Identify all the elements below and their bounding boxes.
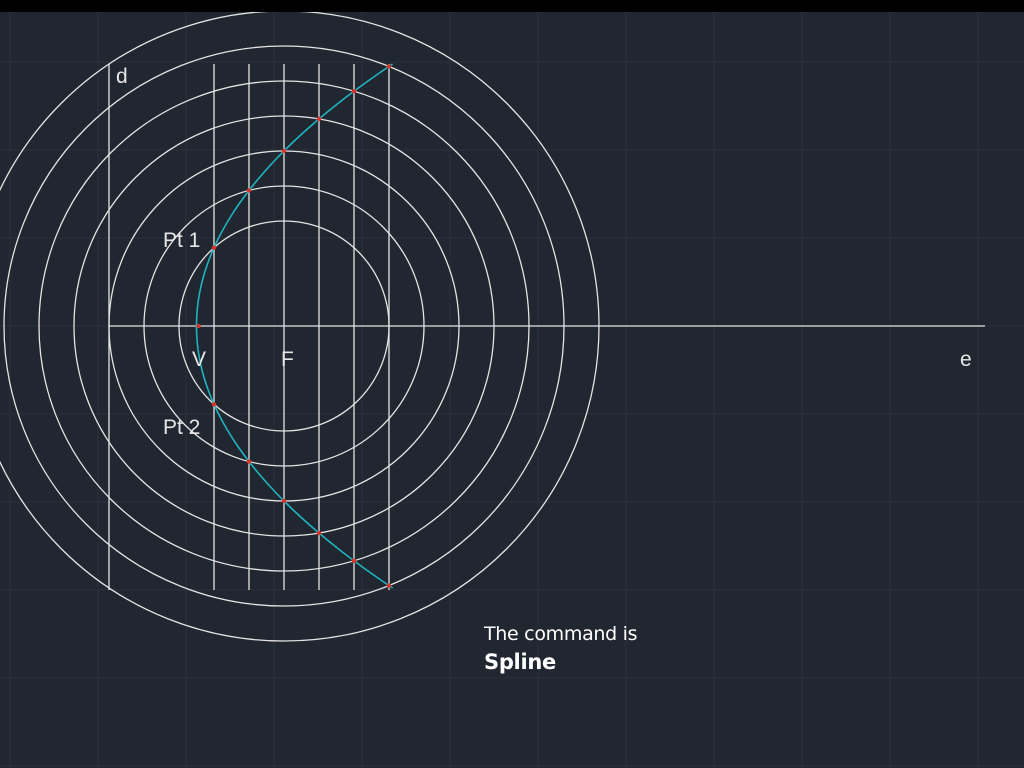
intersection-marker [386,583,392,588]
intersection-marker [316,116,322,122]
intersection-marker [211,402,217,407]
intersection-marker [386,64,392,69]
intersection-marker [316,530,322,536]
intersection-marker [196,323,201,329]
label-focus: F [281,348,294,371]
intersection-marker [211,245,217,250]
label-axis-end: e [960,348,972,371]
vertical-construction-lines [213,64,390,590]
intersection-marker [281,498,287,504]
intersection-marker [246,459,252,464]
label-point-1: Pt 1 [163,229,200,252]
intersection-marker [246,188,252,193]
label-vertex: V [192,348,206,371]
intersection-marker [351,558,357,563]
intersection-marker [351,89,357,94]
caption-line-2: Spline [484,650,556,674]
caption-line-1: The command is [484,623,638,645]
label-directrix: d [116,65,128,88]
caption: The command is Spline [484,620,638,676]
cad-drawing-area[interactable]: d Pt 1 V F Pt 2 e The command is Spline [0,12,1024,768]
label-point-2: Pt 2 [163,416,200,439]
intersection-marker [281,148,287,154]
